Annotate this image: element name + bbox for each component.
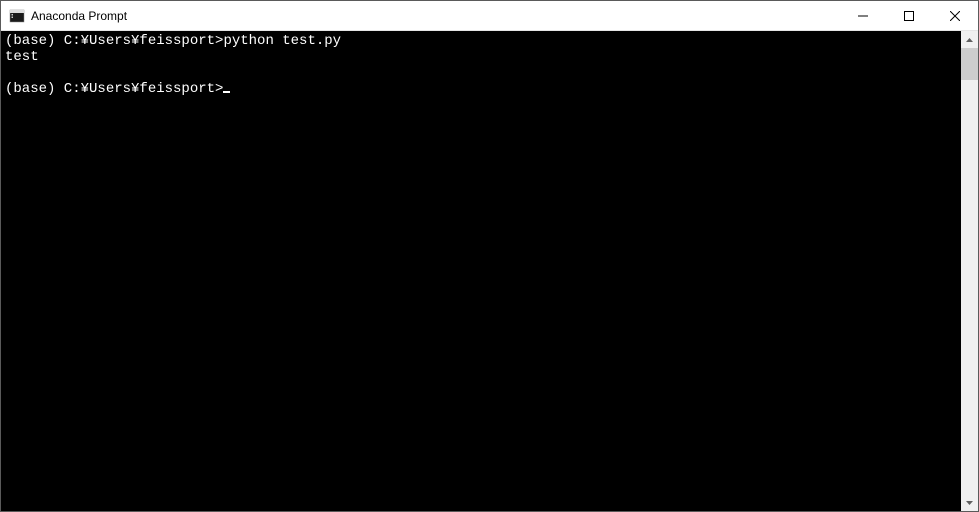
scroll-thumb[interactable] <box>961 48 978 80</box>
command: python test.py <box>223 33 341 49</box>
close-button[interactable] <box>932 1 978 30</box>
prompt: (base) C:¥Users¥feissport> <box>5 33 223 49</box>
terminal-content[interactable]: (base) C:¥Users¥feissport>python test.py… <box>1 31 961 511</box>
terminal-line: (base) C:¥Users¥feissport> <box>5 81 957 97</box>
window-controls <box>840 1 978 30</box>
titlebar[interactable]: Anaconda Prompt <box>1 1 978 31</box>
app-icon <box>9 8 25 24</box>
scrollbar <box>961 31 978 511</box>
terminal-line: (base) C:¥Users¥feissport>python test.py <box>5 33 957 49</box>
terminal-area: (base) C:¥Users¥feissport>python test.py… <box>1 31 978 511</box>
terminal-line: test <box>5 49 957 65</box>
prompt: (base) C:¥Users¥feissport> <box>5 81 223 97</box>
maximize-button[interactable] <box>886 1 932 30</box>
scroll-track[interactable] <box>961 48 978 494</box>
window-frame: Anaconda Prompt (base) C:¥Users¥feisspo <box>0 0 979 512</box>
minimize-button[interactable] <box>840 1 886 30</box>
window-title: Anaconda Prompt <box>31 9 840 23</box>
terminal-line <box>5 65 957 81</box>
scroll-up-button[interactable] <box>961 31 978 48</box>
cursor <box>223 91 230 93</box>
scroll-down-button[interactable] <box>961 494 978 511</box>
